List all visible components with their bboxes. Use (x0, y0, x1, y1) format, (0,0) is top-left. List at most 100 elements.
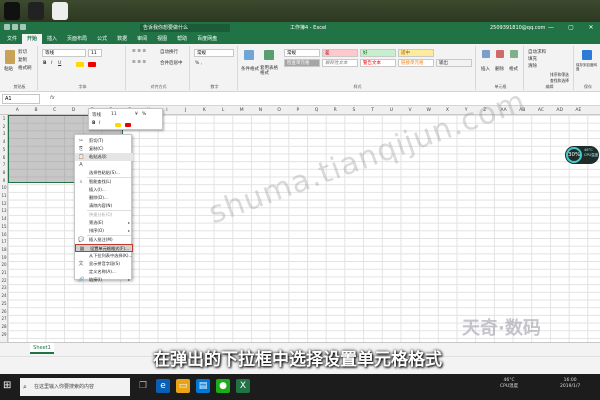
row-header[interactable]: 7 (0, 161, 8, 169)
row-header[interactable]: 24 (0, 292, 8, 300)
style-output[interactable]: 输出 (436, 59, 472, 67)
tray-cpu-temp[interactable]: 46°C CPU温度 (500, 378, 518, 390)
save-to-baidu-button[interactable]: 保存到百度网盘 (576, 63, 600, 71)
wrap-text-button[interactable]: 自动换行 (160, 49, 178, 55)
task-view-icon[interactable]: ❐ (136, 379, 150, 393)
number-format-select[interactable]: 常规 (194, 49, 234, 57)
style-good[interactable]: 好 (360, 49, 396, 57)
context-menu-item[interactable]: 📋 粘贴选项: (75, 153, 133, 161)
align-left-icon[interactable]: ≡ ≡ ≡ (132, 60, 146, 65)
mini-bold-icon[interactable]: B (92, 121, 95, 126)
mini-font-name[interactable]: 等线 (92, 112, 101, 118)
column-header[interactable]: O (270, 106, 289, 115)
row-header[interactable]: 25 (0, 300, 8, 308)
font-name-select[interactable]: 等线 (42, 49, 86, 57)
clear-button[interactable]: 清除 (528, 63, 537, 69)
mini-italic-icon[interactable]: I (99, 121, 100, 126)
context-menu-item[interactable]: 🔗 链接(I) ▸ (75, 276, 133, 284)
context-menu-item[interactable]: ✂ 剪切(T) (75, 137, 133, 145)
font-size-select[interactable]: 11 (88, 49, 102, 57)
column-header[interactable]: AC (532, 106, 551, 115)
style-explanatory[interactable]: 解释性文本 (322, 59, 358, 67)
taskbar-search[interactable]: ⌕ 在这里输入你要搜索的内容 (20, 378, 130, 396)
align-top-icon[interactable]: ≡ ≡ ≡ (132, 49, 146, 54)
tab-help[interactable]: 帮助 (172, 34, 192, 44)
mini-fill-icon[interactable] (115, 123, 121, 127)
mini-percent-icon[interactable]: % (142, 112, 146, 117)
qq-icon[interactable] (4, 2, 20, 20)
context-menu-item[interactable]: 排序(O) ▸ (75, 227, 133, 235)
tab-baidu[interactable]: 百度网盘 (192, 34, 222, 44)
row-header[interactable]: 2 (0, 123, 8, 131)
excel-taskbar-icon[interactable]: X (236, 379, 250, 393)
tab-home[interactable]: 开始 (22, 34, 43, 44)
tray-clock[interactable]: 16:00 2019/1/7 (560, 378, 580, 390)
column-header[interactable]: K (195, 106, 214, 115)
redo-icon[interactable] (20, 24, 26, 30)
row-header[interactable]: 16 (0, 231, 8, 239)
context-menu-item[interactable]: 选择性粘贴(S)... (75, 169, 133, 177)
context-menu-item[interactable]: 从下拉列表中选择(K)... (75, 252, 133, 260)
column-header[interactable]: B (27, 106, 46, 115)
column-header[interactable]: T (363, 106, 382, 115)
context-menu-item[interactable]: 删除(D)... (75, 194, 133, 202)
mini-font-color-icon[interactable] (125, 123, 131, 127)
paste-icon[interactable] (5, 50, 15, 64)
row-header[interactable]: 14 (0, 215, 8, 223)
column-header[interactable]: R (326, 106, 345, 115)
cpu-gauge[interactable]: 30% 46°C CPU温度 (565, 146, 599, 164)
qq-icon-2[interactable] (28, 2, 44, 20)
tab-formulas[interactable]: 公式 (92, 34, 112, 44)
row-header[interactable]: 1 (0, 115, 8, 123)
context-menu-item[interactable]: ⎘ 复制(C) (75, 145, 133, 153)
minimize-button[interactable]: — (546, 23, 556, 33)
context-menu-item[interactable]: A (75, 161, 133, 169)
name-box[interactable]: A1 (2, 94, 40, 104)
row-header[interactable]: 8 (0, 169, 8, 177)
row-header[interactable]: 5 (0, 146, 8, 154)
row-header[interactable]: 23 (0, 284, 8, 292)
mini-currency-icon[interactable]: ¥ (135, 112, 138, 117)
context-menu-item[interactable]: 插入(I)... (75, 186, 133, 194)
merge-center-button[interactable]: 合并后居中 (160, 60, 183, 66)
italic-icon[interactable]: I (51, 61, 52, 66)
style-warning[interactable]: 警告文本 (360, 59, 396, 67)
edge-icon[interactable]: e (156, 379, 170, 393)
paste-button[interactable]: 粘贴 (4, 66, 13, 72)
delete-cells-icon[interactable] (496, 50, 504, 58)
tell-me-search[interactable]: 告诉我你想要做什么 (140, 24, 230, 32)
row-header[interactable]: 22 (0, 277, 8, 285)
autosum-button[interactable]: 自动求和 (528, 49, 546, 55)
file-icon[interactable] (52, 2, 68, 20)
conditional-format-button[interactable]: 条件格式 (241, 66, 259, 72)
row-header[interactable]: 28 (0, 323, 8, 331)
column-header[interactable]: A (8, 106, 27, 115)
row-header[interactable]: 29 (0, 331, 8, 339)
column-header[interactable]: AD (550, 106, 569, 115)
column-header[interactable]: Q (307, 106, 326, 115)
context-menu-item[interactable]: 定义名称(A)... (75, 268, 133, 276)
windows-start-icon[interactable]: ⊞ (3, 380, 15, 392)
fill-color-icon[interactable] (76, 62, 84, 67)
row-header[interactable]: 3 (0, 130, 8, 138)
style-neutral[interactable]: 适中 (398, 49, 434, 57)
close-button[interactable]: ✕ (586, 23, 596, 33)
column-header[interactable]: J (176, 106, 195, 115)
underline-icon[interactable]: U (58, 61, 61, 66)
style-linked-cell[interactable]: 链接单元格 (398, 59, 434, 67)
row-header[interactable]: 26 (0, 308, 8, 316)
table-format-button[interactable]: 套用表格格式 (260, 66, 280, 76)
baidu-cloud-icon[interactable] (582, 50, 592, 60)
column-header[interactable]: M (232, 106, 251, 115)
row-header[interactable]: 21 (0, 269, 8, 277)
row-header[interactable]: 17 (0, 238, 8, 246)
context-menu-item[interactable]: 文显示拼音字段(S) (75, 260, 133, 268)
column-header[interactable]: S (345, 106, 364, 115)
column-header[interactable]: D (64, 106, 83, 115)
tab-page-layout[interactable]: 页面布局 (62, 34, 92, 44)
conditional-format-icon[interactable] (244, 50, 254, 60)
column-header[interactable]: N (251, 106, 270, 115)
format-painter-button[interactable]: 格式刷 (18, 65, 32, 71)
file-explorer-icon[interactable]: ▭ (176, 379, 190, 393)
context-menu-item[interactable]: 筛选(E) ▸ (75, 219, 133, 227)
